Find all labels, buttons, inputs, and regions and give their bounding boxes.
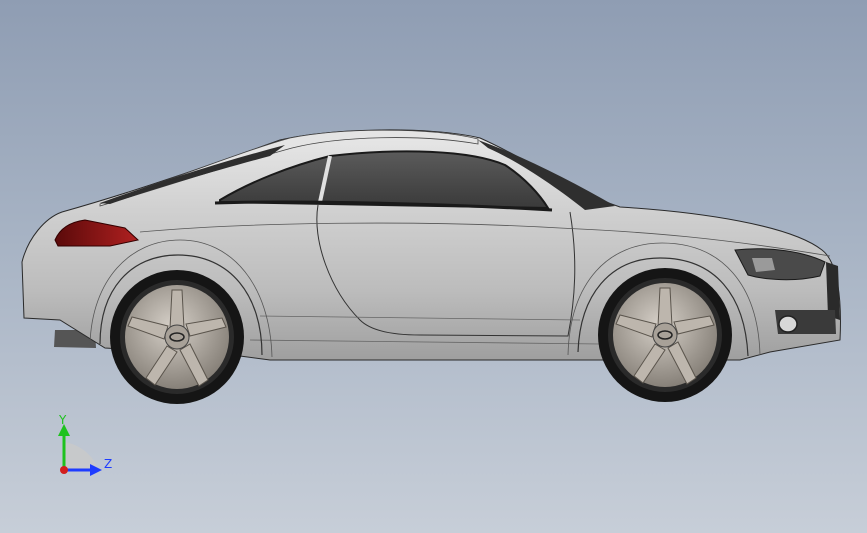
triad-origin [60, 466, 68, 474]
y-axis-label: Y [58, 413, 67, 427]
z-axis-label: Z [104, 457, 112, 471]
car-model[interactable] [0, 0, 867, 533]
rear-wheel [110, 270, 244, 404]
graphics-viewport[interactable]: Y Z [0, 0, 867, 533]
front-wheel [598, 268, 732, 402]
fog-light [778, 315, 798, 333]
coordinate-triad: Y Z [58, 413, 112, 476]
